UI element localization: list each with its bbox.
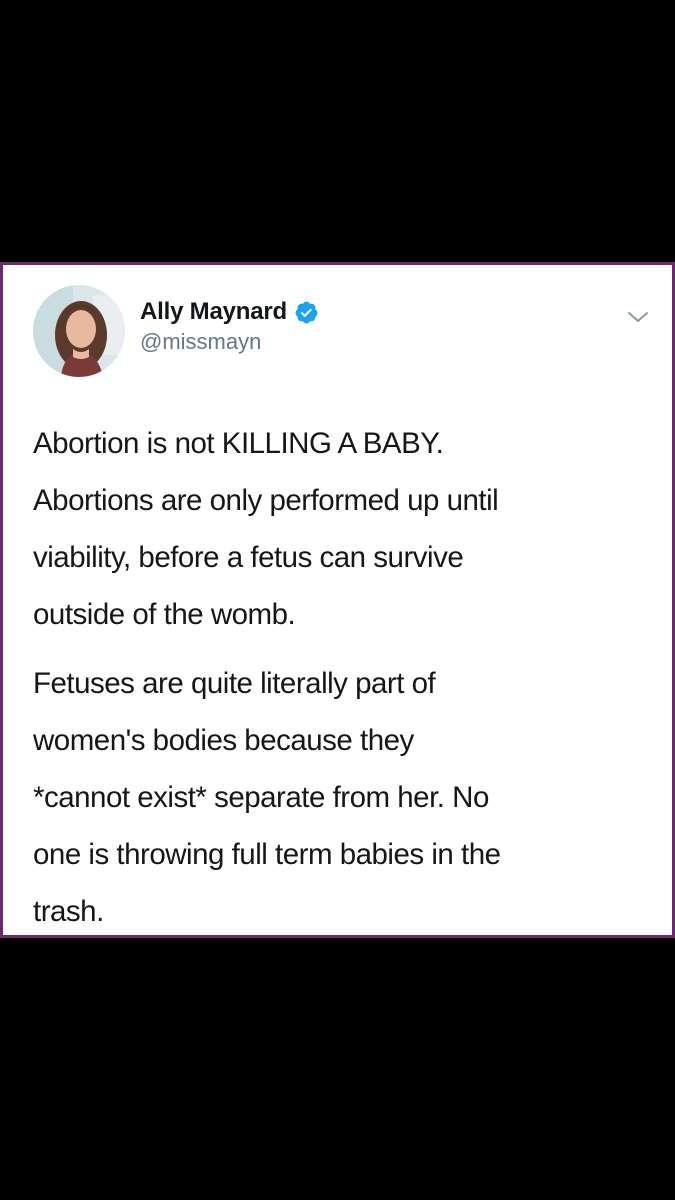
tweet-line: Fetuses are quite literally part of — [33, 667, 436, 700]
tweet-line: viability, before a fetus can survive — [33, 541, 464, 574]
tweet-card[interactable]: Ally Maynard @missmayn Abortion is not K… — [0, 262, 675, 938]
screenshot-canvas: Ally Maynard @missmayn Abortion is not K… — [0, 0, 675, 1200]
profile-photo-icon — [33, 285, 125, 377]
tweet-paragraph: Fetuses are quite literally part of wome… — [33, 655, 653, 940]
tweet-line: outside of the womb. — [33, 598, 296, 631]
verified-badge-icon — [295, 301, 318, 323]
tweet-line: women's bodies because they — [33, 724, 414, 757]
chevron-down-icon[interactable] — [625, 307, 651, 327]
author-name-row: Ally Maynard — [140, 295, 319, 329]
avatar[interactable] — [33, 285, 125, 377]
tweet-line: trash. — [33, 895, 104, 928]
tweet-line: *cannot exist* separate from her. No — [33, 781, 489, 814]
tweet-line: one is throwing full term babies in the — [33, 838, 501, 871]
author-handle[interactable]: @missmayn — [140, 329, 261, 355]
tweet-paragraph: Abortion is not KILLING A BABY. Abortion… — [33, 415, 653, 643]
tweet-line: Abortion is not KILLING A BABY. — [33, 427, 444, 460]
tweet-line: Abortions are only performed up until — [33, 484, 499, 517]
author-display-name[interactable]: Ally Maynard — [140, 298, 287, 326]
tweet-body: Abortion is not KILLING A BABY. Abortion… — [33, 415, 653, 940]
